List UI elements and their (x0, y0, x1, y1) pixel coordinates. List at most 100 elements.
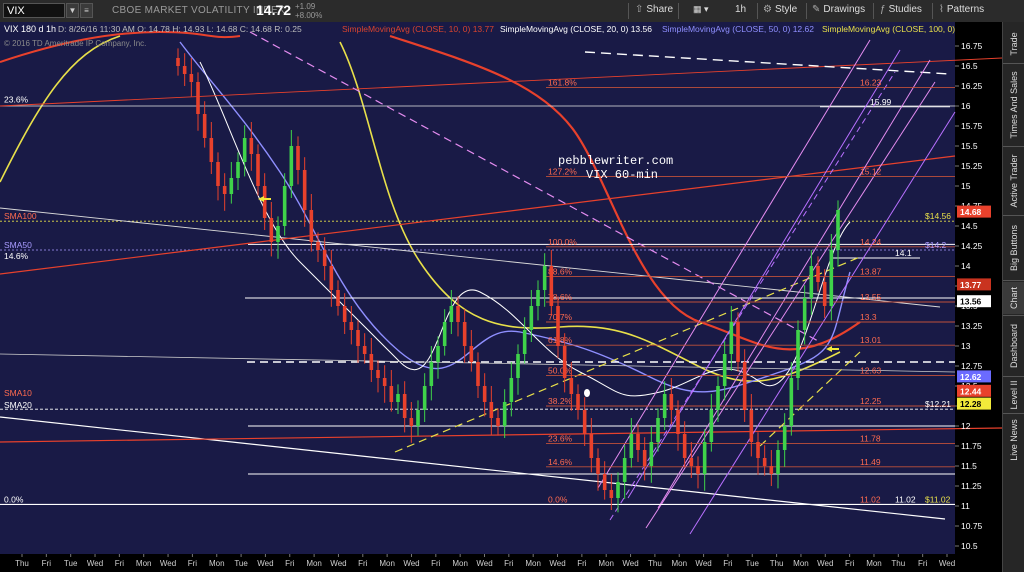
sidebar-tab-chart[interactable]: Chart (1003, 282, 1024, 314)
candle-body (462, 322, 467, 346)
candle-body (322, 250, 327, 266)
candle-body (209, 138, 214, 162)
chart-ohlc-details: D: 8/26/16 11:30 AM O: 14.78 H: 14.93 L:… (58, 24, 302, 34)
studies-button[interactable]: ƒ Studies (880, 4, 922, 15)
share-button[interactable]: ⇧ Share (635, 4, 673, 15)
time-axis-tick: Fri (42, 559, 52, 568)
candle-body (256, 154, 260, 186)
share-icon: ⇧ (635, 4, 644, 15)
candle-body (702, 442, 707, 474)
sidebar-tab-active-trader[interactable]: Active Trader (1003, 148, 1024, 214)
time-axis-tick: Wed (160, 559, 176, 568)
ma-value-label: $11.02 (925, 494, 951, 504)
grid-button[interactable]: ▦ ▾ (693, 4, 709, 15)
candle-body (556, 306, 560, 346)
candle-body (336, 290, 340, 306)
candle-body (356, 330, 360, 346)
candle-body (289, 146, 294, 186)
price-tag-label: 14.68 (960, 207, 982, 217)
price-axis-tick: 12.75 (961, 361, 983, 371)
time-axis-tick: Thu (648, 559, 662, 568)
candle-body (482, 386, 487, 402)
chart-title: VIX 180 d 1h (4, 24, 56, 34)
candle-body (422, 386, 427, 410)
price-tag-label: 12.62 (960, 372, 982, 382)
candle-body (669, 394, 674, 410)
price-tag-label: 13.77 (960, 280, 982, 290)
symbol-settings-button[interactable]: ≡ (80, 3, 93, 18)
time-axis-tick: Mon (671, 559, 687, 568)
candle-body (549, 266, 554, 306)
symbol-input[interactable]: VIX (3, 3, 65, 18)
candle-body (809, 266, 814, 298)
candle-body (309, 210, 314, 242)
price-tag-label: 12.28 (960, 399, 982, 409)
drawings-button[interactable]: ✎ Drawings (812, 4, 865, 15)
fib-level-label: 14.6% (548, 457, 573, 467)
left-level-label: 14.6% (4, 251, 29, 261)
ma-value-label: $12.21 (925, 399, 951, 409)
candle-body (682, 434, 687, 458)
candle-body (609, 490, 614, 498)
fib-level-price: 11.49 (860, 457, 881, 467)
fib-level-label: 100.0% (548, 237, 577, 247)
fib-level-price: 11.02 (860, 494, 881, 504)
candle-body (642, 450, 647, 466)
candle-body (496, 418, 500, 426)
price-axis-tick: 11 (961, 501, 970, 511)
price-tag-label: 12.44 (960, 386, 982, 396)
symbol-dropdown-button[interactable]: ▼ (66, 3, 79, 18)
patterns-icon: ⌇ (939, 4, 944, 15)
candle-body (736, 322, 740, 362)
candle-body (222, 186, 227, 194)
candle-body (282, 186, 287, 226)
candle-body (649, 442, 654, 466)
sidebar: Trade Times And Sales Active Trader Big … (1002, 22, 1024, 572)
sidebar-tab-times-and-sales[interactable]: Times And Sales (1003, 65, 1024, 145)
time-axis-tick: Mon (136, 559, 152, 568)
candle-body (762, 458, 767, 466)
price-axis-tick: 16.75 (961, 41, 983, 51)
left-level-label: SMA10 (4, 388, 32, 398)
sidebar-tab-level-ii[interactable]: Level II (1003, 378, 1024, 412)
candle-body (722, 354, 727, 386)
candle-body (449, 306, 454, 322)
candle-body (662, 394, 667, 418)
interval-button[interactable]: 1h (735, 4, 746, 15)
fib-level-price: 13.3 (860, 312, 877, 322)
price-axis-tick: 16.25 (961, 81, 983, 91)
candle-body (489, 402, 494, 418)
time-axis-tick: Mon (452, 559, 468, 568)
sidebar-tab-dashboard[interactable]: Dashboard (1003, 317, 1024, 375)
candle-body (509, 378, 514, 402)
candle-body (329, 266, 334, 290)
left-level-label: SMA100 (4, 211, 37, 221)
time-axis-tick: Fri (188, 559, 198, 568)
candle-body (296, 146, 300, 170)
marker-dot (584, 389, 590, 397)
style-button[interactable]: ⚙ Style (763, 4, 797, 15)
patterns-button[interactable]: ⌇ Patterns (939, 4, 984, 15)
price-chart[interactable]: 161.8% 16.23127.2% 15.12100.0% 14.2488.6% 13… (0, 22, 1002, 572)
ma-value-label: $14.56 (925, 211, 951, 221)
time-axis-tick: Fri (115, 559, 125, 568)
candle-body (782, 426, 787, 450)
candle-body (469, 346, 474, 362)
time-axis-tick: Mon (793, 559, 809, 568)
study-legend-item: SimpleMovingAvg (CLOSE, 10, 0) 13.77 (342, 24, 494, 34)
time-axis-tick: Fri (358, 559, 368, 568)
candle-body (696, 466, 700, 474)
sidebar-tab-trade[interactable]: Trade (1003, 26, 1024, 62)
sidebar-tab-big-buttons[interactable]: Big Buttons (1003, 217, 1024, 279)
time-axis-tick: Wed (939, 559, 955, 568)
candle-body (529, 306, 534, 330)
sidebar-tab-live-news[interactable]: Live News (1003, 415, 1024, 465)
candle-body (316, 242, 320, 250)
candle-body (416, 410, 420, 426)
candle-body (436, 346, 440, 362)
candle-body (376, 370, 380, 378)
annotation-chart-name: VIX 60-min (586, 168, 658, 182)
candle-body (562, 346, 567, 378)
candle-body (522, 330, 527, 354)
fib-level-label: 161.8% (548, 78, 577, 88)
